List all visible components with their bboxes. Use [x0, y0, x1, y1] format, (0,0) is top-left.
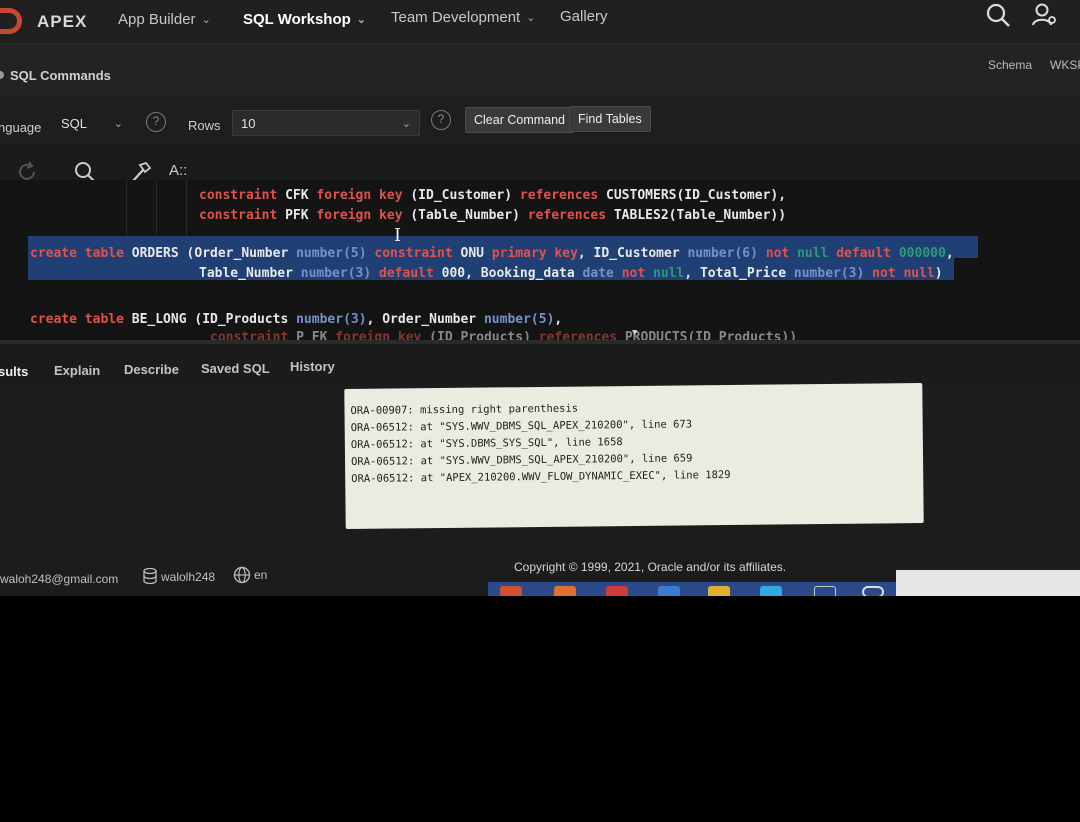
page-header: SQL Commands Schema WKSP — [0, 44, 1080, 96]
tab-history[interactable]: History — [290, 359, 335, 374]
schema-select[interactable]: WKSP — [1050, 58, 1080, 72]
folder-icon[interactable] — [708, 586, 730, 596]
language-value: SQL — [61, 116, 88, 131]
chevron-down-icon: ⌄ — [356, 14, 367, 26]
results-panel: ORA-00907: missing right parenthesis ORA… — [0, 382, 1080, 544]
nav-label: Team Development — [391, 9, 521, 26]
code-line: Table_Number number(3) default 000, Book… — [199, 266, 943, 281]
tab-explain[interactable]: Explain — [54, 363, 100, 378]
nav-label: SQL Workshop — [243, 11, 351, 28]
nav-label: Gallery — [560, 8, 608, 25]
language-label: nguage — [0, 120, 42, 135]
rows-select[interactable]: 10 ⌄ — [232, 110, 420, 136]
page-icon — [0, 71, 4, 79]
rows-value: 10 — [241, 116, 256, 131]
nav-team-development[interactable]: Team Development ⌄ — [391, 9, 535, 26]
clear-command-button[interactable]: Clear Command — [465, 107, 575, 133]
task-view-icon[interactable] — [814, 586, 836, 596]
schema-label: Schema — [988, 58, 1033, 72]
nav-sql-workshop[interactable]: SQL Workshop ⌄ — [243, 11, 366, 28]
nav-gallery[interactable]: Gallery — [560, 8, 608, 25]
result-tabs: sults Explain Describe Saved SQL History — [0, 340, 1080, 384]
chevron-down-icon: ⌄ — [201, 14, 211, 26]
user-email[interactable]: waloh248@gmail.com — [0, 572, 118, 586]
command-toolbar: nguage SQL ⌄ ? Rows 10 ⌄ ? Clear Command… — [0, 96, 1080, 144]
code-line: create table BE_LONG (ID_Products number… — [30, 312, 563, 327]
page-title: SQL Commands — [10, 68, 111, 83]
top-navigation: APEX App Builder ⌄ SQL Workshop ⌄ Team D… — [0, 0, 1080, 44]
format-text-icon[interactable]: A:: — [169, 162, 187, 179]
nav-app-builder[interactable]: App Builder ⌄ — [118, 11, 211, 28]
user-settings-icon[interactable] — [1030, 2, 1060, 28]
find-tables-button[interactable]: Find Tables — [569, 106, 651, 132]
app-icon[interactable] — [554, 586, 576, 596]
code-line: constraint CFK foreign key (ID_Customer)… — [199, 188, 787, 203]
error-message-box: ORA-00907: missing right parenthesis ORA… — [344, 382, 924, 530]
chevron-down-icon: ⌄ — [526, 12, 536, 24]
text-cursor-icon: I — [394, 225, 402, 246]
language-select[interactable]: SQL ⌄ — [52, 110, 132, 136]
gutter-divider — [186, 180, 187, 244]
chevron-down-icon: ⌄ — [401, 118, 411, 130]
help-icon[interactable]: ? — [431, 110, 451, 130]
gutter-divider — [156, 180, 157, 244]
tab-describe[interactable]: Describe — [124, 362, 179, 377]
app-icon[interactable] — [760, 586, 782, 596]
copyright-text: Copyright © 1999, 2021, Oracle and/or it… — [514, 560, 787, 574]
database-icon — [143, 568, 157, 584]
help-icon[interactable]: ? — [146, 112, 166, 132]
rows-label: Rows — [188, 118, 221, 133]
oracle-logo-icon[interactable] — [0, 8, 22, 34]
code-line: constraint PFK foreign key (Table_Number… — [199, 208, 787, 223]
search-icon[interactable] — [984, 2, 1014, 28]
globe-icon — [233, 566, 251, 584]
tab-results[interactable]: sults — [0, 364, 28, 379]
brand-name[interactable]: APEX — [37, 12, 87, 32]
language-code[interactable]: en — [254, 568, 267, 582]
nav-label: App Builder — [118, 11, 196, 28]
apex-screen: APEX App Builder ⌄ SQL Workshop ⌄ Team D… — [0, 0, 1080, 596]
app-icon[interactable] — [606, 586, 628, 596]
workspace-name[interactable]: walolh248 — [161, 570, 215, 584]
app-icon[interactable] — [658, 586, 680, 596]
gutter-divider — [126, 180, 127, 244]
background-window — [896, 570, 1080, 596]
sql-editor[interactable]: constraint CFK foreign key (ID_Customer)… — [0, 180, 1080, 345]
code-line: create table ORDERS (Order_Number number… — [30, 246, 954, 261]
chevron-down-icon: ⌄ — [113, 118, 123, 130]
tab-saved-sql[interactable]: Saved SQL — [201, 361, 270, 376]
os-taskbar — [488, 582, 896, 596]
app-icon[interactable] — [500, 586, 522, 596]
resize-handle-icon[interactable]: ▼ — [632, 328, 637, 338]
search-icon[interactable] — [862, 586, 884, 596]
